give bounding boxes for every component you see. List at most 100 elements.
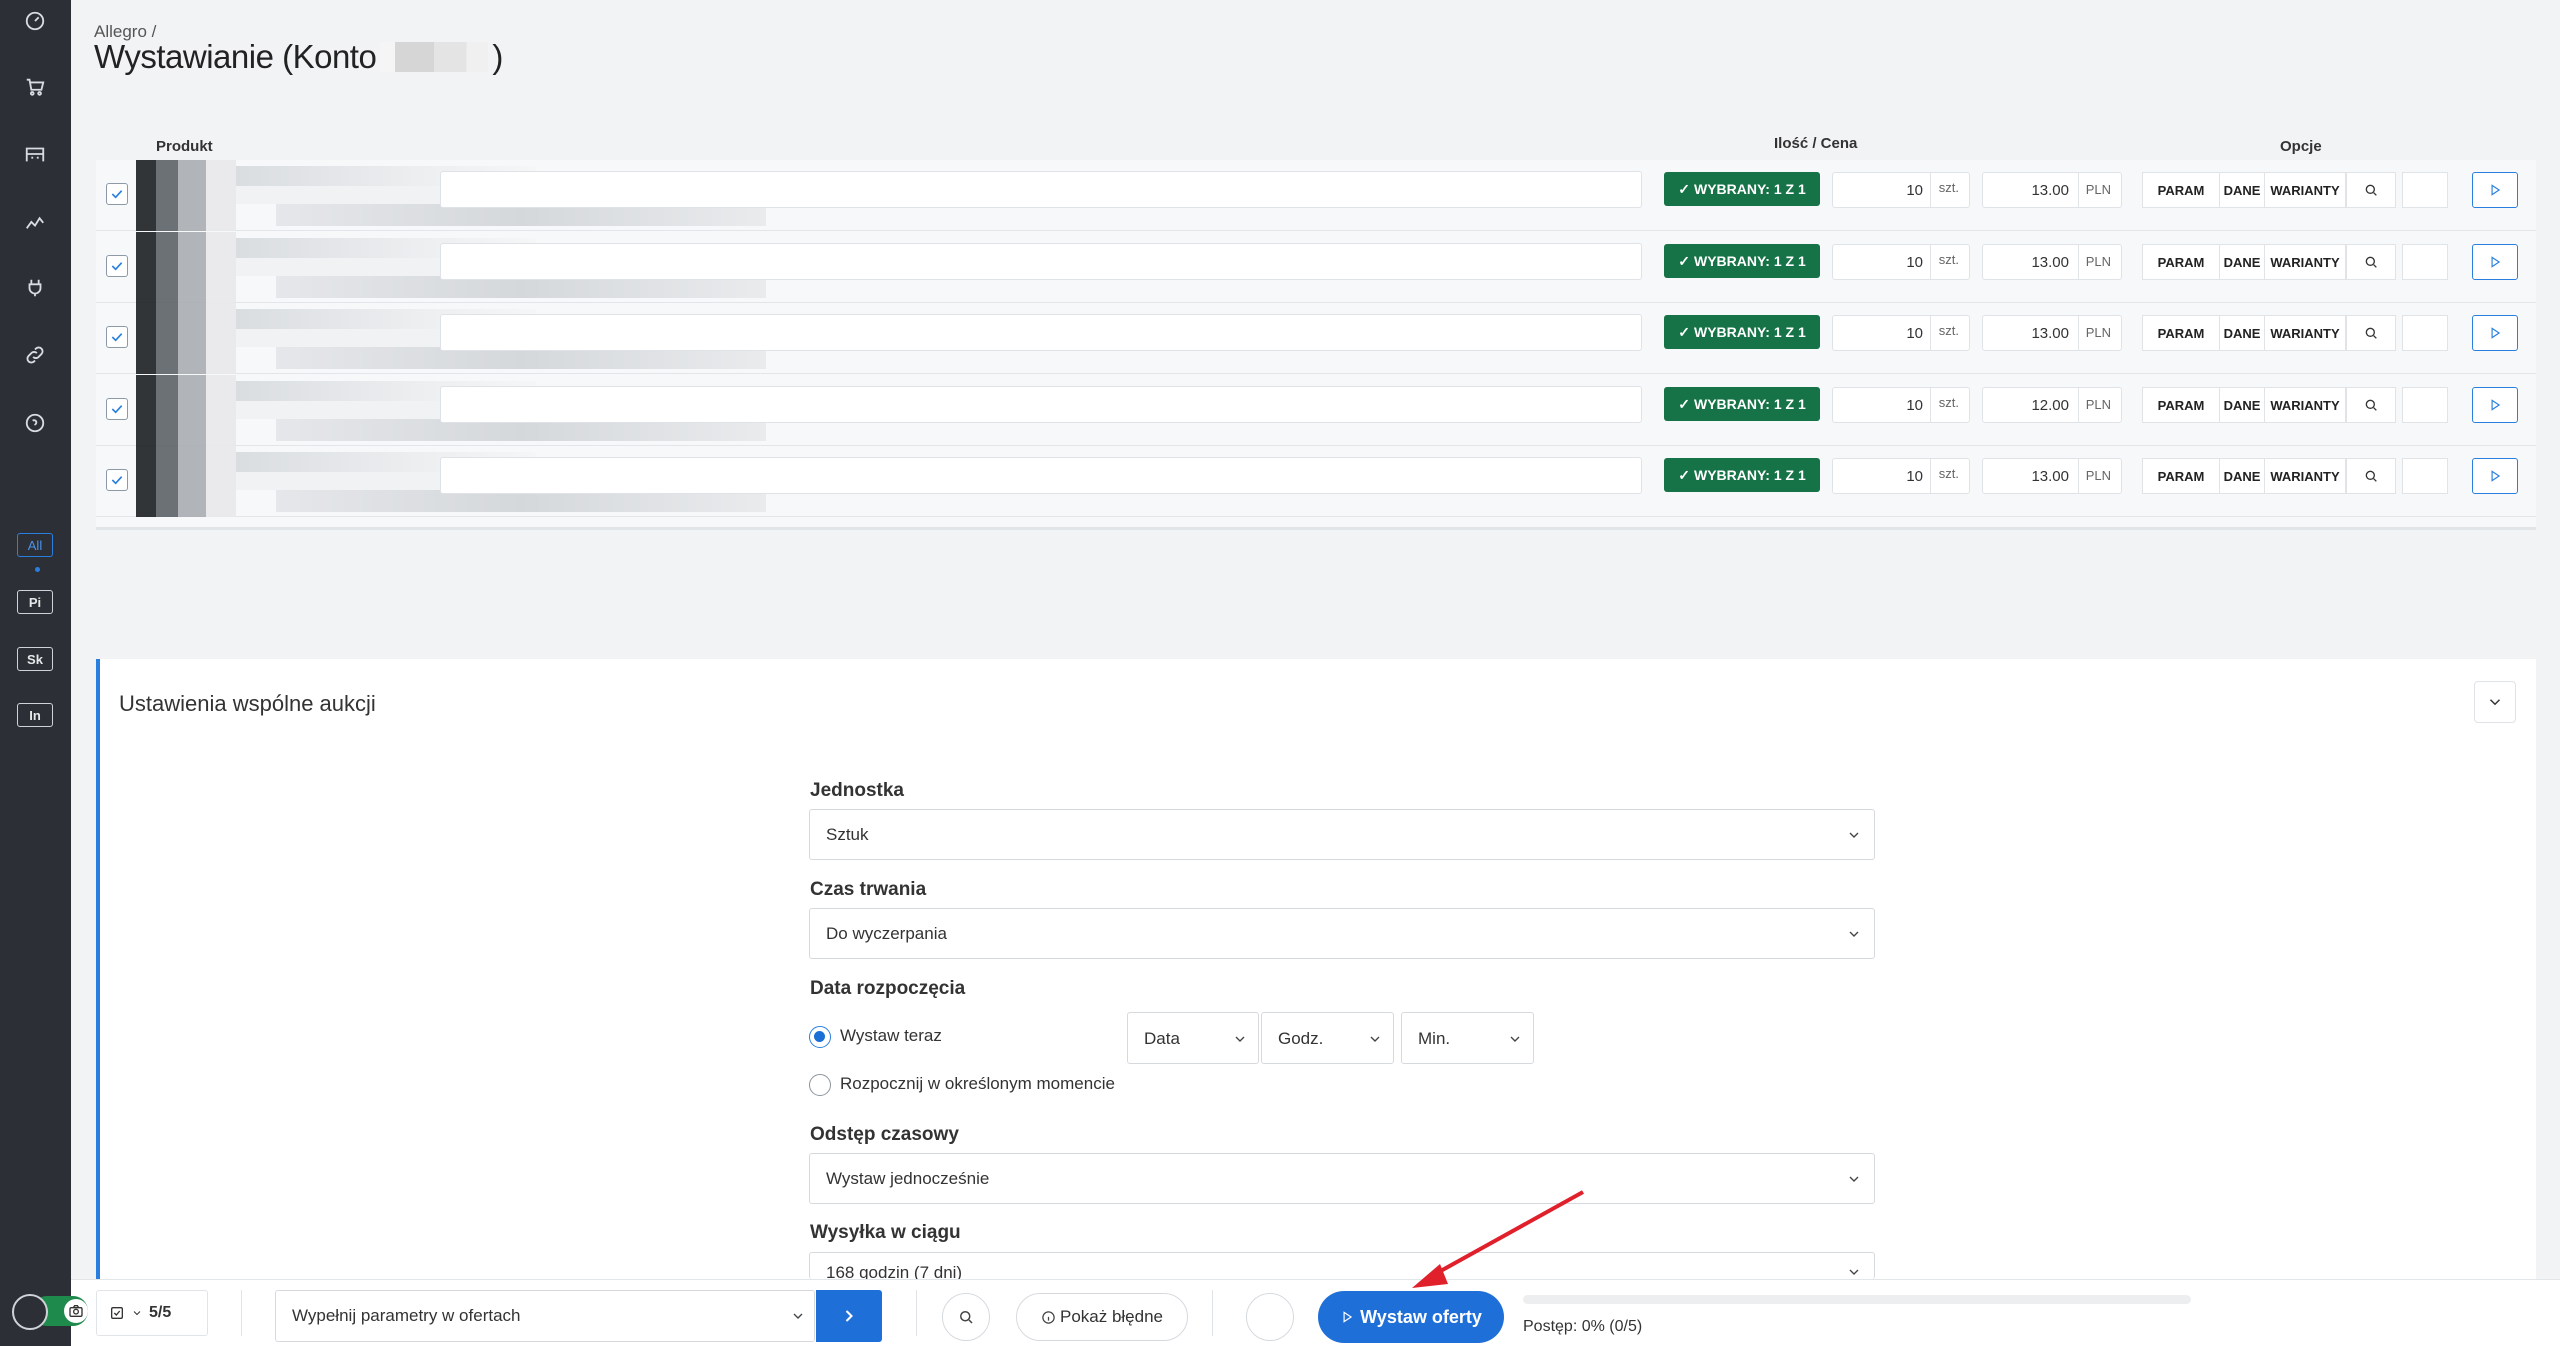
search-row-button[interactable] [2346, 458, 2396, 494]
warehouse-icon[interactable] [22, 141, 48, 167]
interval-select[interactable]: Wystaw jednocześnie [809, 1153, 1875, 1204]
bulk-action-select[interactable]: Wypełnij parametry w ofertach [275, 1290, 815, 1342]
dane-button[interactable]: DANE [2219, 387, 2265, 423]
publish-row-button[interactable] [2472, 244, 2518, 280]
run-action-button[interactable] [816, 1290, 882, 1342]
plug-icon[interactable] [22, 275, 48, 301]
warianty-button[interactable]: WARIANTY [2264, 315, 2346, 351]
offer-title-input[interactable] [440, 314, 1642, 351]
quantity-input[interactable]: 10 szt. [1832, 172, 1970, 208]
category-selected-button[interactable]: ✓ WYBRANY: 1 Z 1 [1664, 458, 1820, 492]
radio-start-now[interactable] [809, 1026, 831, 1048]
page-title: Wystawianie (Konto ) [94, 38, 503, 76]
start-scheduled-label[interactable]: Rozpocznij w określonym momencie [840, 1074, 1115, 1094]
search-row-button[interactable] [2346, 172, 2396, 208]
check-icon [111, 405, 123, 414]
price-input[interactable]: 13.00 PLN [1982, 244, 2122, 280]
sidebar: All Pi Sk In [0, 0, 71, 1346]
redacted-account-name [380, 42, 489, 72]
search-icon [960, 1311, 973, 1324]
check-icon [111, 262, 123, 271]
row-checkbox[interactable] [106, 326, 128, 348]
currency: PLN [2085, 468, 2111, 483]
category-selected-button[interactable]: ✓ WYBRANY: 1 Z 1 [1664, 387, 1820, 421]
publish-row-button[interactable] [2472, 458, 2518, 494]
row-checkbox[interactable] [106, 398, 128, 420]
selected-label: WYBRANY: 1 Z 1 [1693, 253, 1806, 269]
quantity-input[interactable]: 10 szt. [1832, 387, 1970, 423]
quantity-input[interactable]: 10 szt. [1832, 244, 1970, 280]
search-row-button[interactable] [2346, 387, 2396, 423]
unit-select[interactable]: Sztuk [809, 809, 1875, 860]
dane-button[interactable]: DANE [2219, 244, 2265, 280]
row-more-button[interactable] [2402, 315, 2448, 351]
offer-title-input[interactable] [440, 171, 1642, 208]
radio-start-scheduled[interactable] [809, 1074, 831, 1096]
price-input[interactable]: 12.00 PLN [1982, 387, 2122, 423]
show-errors-button[interactable]: Pokaż błędne [1016, 1293, 1188, 1341]
offer-title-input[interactable] [440, 457, 1642, 494]
row-more-button[interactable] [2402, 387, 2448, 423]
param-button[interactable]: PARAM [2142, 387, 2220, 423]
price-input[interactable]: 13.00 PLN [1982, 315, 2122, 351]
row-checkbox[interactable] [106, 469, 128, 491]
product-image [136, 375, 236, 446]
row-checkbox[interactable] [106, 255, 128, 277]
warianty-button[interactable]: WARIANTY [2264, 458, 2346, 494]
badge-all[interactable]: All [17, 533, 53, 557]
selected-label: WYBRANY: 1 Z 1 [1693, 181, 1806, 197]
start-now-label[interactable]: Wystaw teraz [840, 1026, 942, 1046]
category-selected-button[interactable]: ✓ WYBRANY: 1 Z 1 [1664, 244, 1820, 278]
duration-select[interactable]: Do wyczerpania [809, 908, 1875, 959]
search-row-button[interactable] [2346, 244, 2396, 280]
row-more-button[interactable] [2402, 244, 2448, 280]
more-options-button[interactable] [1246, 1293, 1294, 1341]
active-dot [35, 567, 40, 572]
dane-button[interactable]: DANE [2219, 458, 2265, 494]
search-button[interactable] [942, 1293, 990, 1341]
dashboard-icon[interactable] [22, 8, 48, 34]
param-button[interactable]: PARAM [2142, 458, 2220, 494]
hour-select[interactable]: Godz. [1261, 1012, 1394, 1064]
collapse-button[interactable] [2474, 681, 2516, 723]
link-icon[interactable] [22, 342, 48, 368]
divider [2078, 388, 2079, 422]
warianty-button[interactable]: WARIANTY [2264, 387, 2346, 423]
selection-counter[interactable]: 5/5 [96, 1290, 208, 1336]
cart-icon[interactable] [22, 74, 48, 100]
quantity-input[interactable]: 10 szt. [1832, 315, 1970, 351]
row-more-button[interactable] [2402, 172, 2448, 208]
category-selected-button[interactable]: ✓ WYBRANY: 1 Z 1 [1664, 315, 1820, 349]
search-row-button[interactable] [2346, 315, 2396, 351]
row-more-button[interactable] [2402, 458, 2448, 494]
badge-in[interactable]: In [17, 703, 53, 727]
price-input[interactable]: 13.00 PLN [1982, 458, 2122, 494]
help-icon[interactable] [22, 410, 48, 436]
play-icon [2491, 327, 2501, 339]
stats-icon[interactable] [22, 208, 48, 234]
param-button[interactable]: PARAM [2142, 172, 2220, 208]
publish-row-button[interactable] [2472, 387, 2518, 423]
offer-title-input[interactable] [440, 243, 1642, 280]
warianty-button[interactable]: WARIANTY [2264, 172, 2346, 208]
badge-sk[interactable]: Sk [17, 647, 53, 671]
check-icon [111, 476, 123, 485]
dane-button[interactable]: DANE [2219, 172, 2265, 208]
minute-select[interactable]: Min. [1401, 1012, 1534, 1064]
price-input[interactable]: 13.00 PLN [1982, 172, 2122, 208]
screenshot-toggle[interactable] [12, 1294, 92, 1332]
start-date-label: Data rozpoczęcia [810, 978, 966, 999]
shipping-select[interactable]: 168 godzin (7 dni) [809, 1252, 1875, 1279]
publish-row-button[interactable] [2472, 315, 2518, 351]
quantity-input[interactable]: 10 szt. [1832, 458, 1970, 494]
row-checkbox[interactable] [106, 183, 128, 205]
offer-title-input[interactable] [440, 386, 1642, 423]
date-select[interactable]: Data [1127, 1012, 1259, 1064]
warianty-button[interactable]: WARIANTY [2264, 244, 2346, 280]
badge-pi[interactable]: Pi [17, 590, 53, 614]
dane-button[interactable]: DANE [2219, 315, 2265, 351]
publish-row-button[interactable] [2472, 172, 2518, 208]
param-button[interactable]: PARAM [2142, 315, 2220, 351]
category-selected-button[interactable]: ✓ WYBRANY: 1 Z 1 [1664, 172, 1820, 206]
param-button[interactable]: PARAM [2142, 244, 2220, 280]
